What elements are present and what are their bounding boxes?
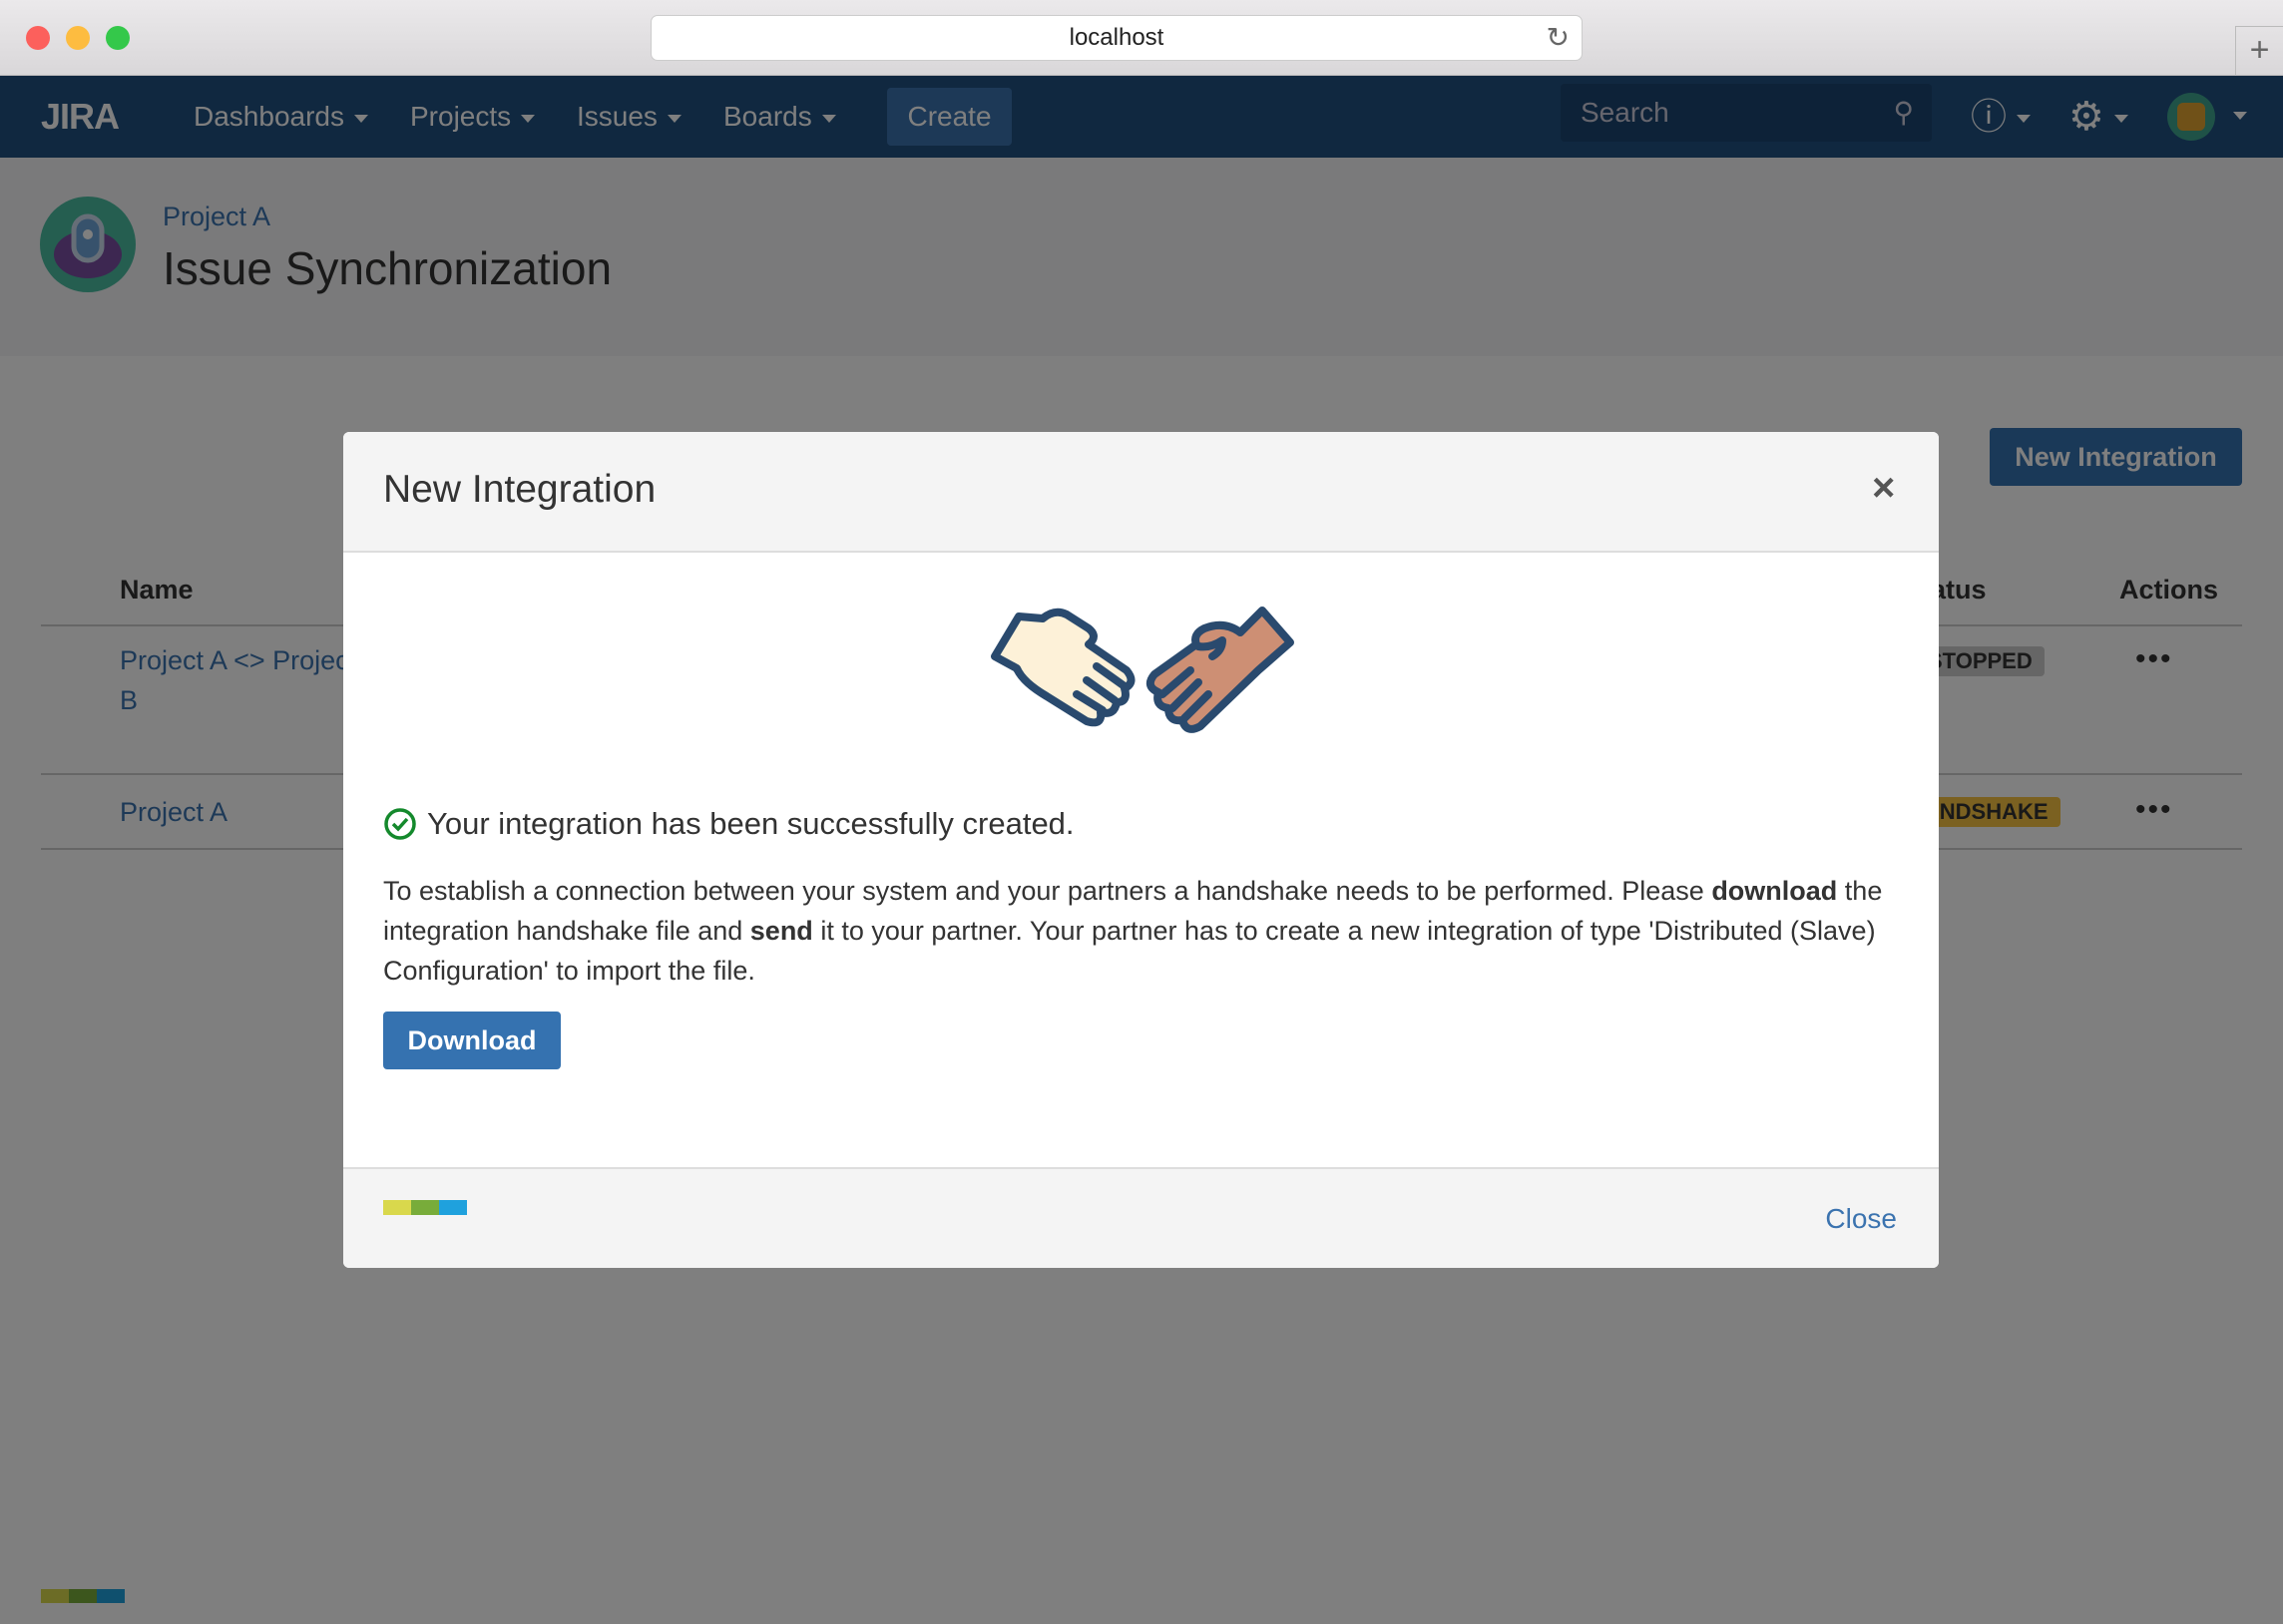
url-text: localhost <box>1069 24 1164 51</box>
check-circle-icon <box>384 808 416 840</box>
success-text: Your integration has been successfully c… <box>427 806 1075 841</box>
handshake-illustration <box>991 607 1294 733</box>
address-bar[interactable]: localhost ↻ <box>651 15 1583 61</box>
text: To establish a connection between your s… <box>383 876 1712 906</box>
success-message: Your integration has been successfully c… <box>383 806 1075 842</box>
text-bold: send <box>749 916 813 946</box>
new-tab-button[interactable]: + <box>2235 26 2283 76</box>
close-icon[interactable]: × <box>1872 466 1895 511</box>
browser-titlebar: localhost ↻ + <box>0 0 2283 76</box>
new-integration-dialog: New Integration × Your integration has b… <box>343 432 1939 1268</box>
minimize-window-button[interactable] <box>66 26 90 50</box>
maximize-window-button[interactable] <box>106 26 130 50</box>
instructions-text: To establish a connection between your s… <box>383 871 1910 991</box>
text-bold: download <box>1711 876 1838 906</box>
brand-bar <box>383 1200 467 1215</box>
close-button[interactable]: Close <box>1825 1203 1897 1235</box>
dialog-title: New Integration <box>383 468 657 511</box>
download-button[interactable]: Download <box>383 1012 561 1069</box>
dialog-header: New Integration × <box>343 432 1939 553</box>
dialog-footer: Close <box>343 1167 1939 1268</box>
reload-icon[interactable]: ↻ <box>1547 16 1570 60</box>
close-window-button[interactable] <box>26 26 50 50</box>
